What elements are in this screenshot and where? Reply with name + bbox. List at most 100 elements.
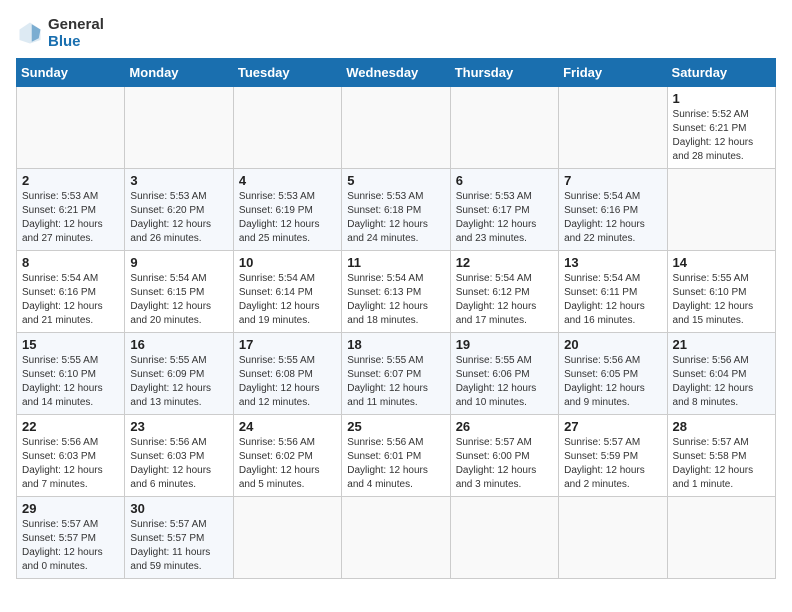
cell-details: Sunrise: 5:55 AMSunset: 6:10 PMDaylight:… xyxy=(673,273,754,326)
cell-details: Sunrise: 5:57 AMSunset: 5:58 PMDaylight:… xyxy=(673,437,754,490)
calendar-cell: 23 Sunrise: 5:56 AMSunset: 6:03 PMDayligh… xyxy=(125,415,233,497)
col-header-sunday: Sunday xyxy=(17,59,125,87)
calendar-cell: 11 Sunrise: 5:54 AMSunset: 6:13 PMDayligh… xyxy=(342,251,450,333)
calendar-cell: 29 Sunrise: 5:57 AMSunset: 5:57 PMDayligh… xyxy=(17,497,125,579)
day-number: 6 xyxy=(456,173,553,188)
cell-details: Sunrise: 5:57 AMSunset: 6:00 PMDaylight:… xyxy=(456,437,537,490)
day-number: 3 xyxy=(130,173,227,188)
cell-details: Sunrise: 5:52 AMSunset: 6:21 PMDaylight:… xyxy=(673,109,754,162)
logo: General Blue xyxy=(16,16,104,50)
cell-details: Sunrise: 5:53 AMSunset: 6:20 PMDaylight:… xyxy=(130,191,211,244)
cell-details: Sunrise: 5:53 AMSunset: 6:18 PMDaylight:… xyxy=(347,191,428,244)
calendar-table: SundayMondayTuesdayWednesdayThursdayFrid… xyxy=(16,58,776,579)
calendar-cell xyxy=(233,497,341,579)
calendar-cell: 18Sunrise: 5:55 AMSunset: 6:07 PMDayligh… xyxy=(342,333,450,415)
cell-details: Sunrise: 5:56 AMSunset: 6:03 PMDaylight:… xyxy=(130,437,211,490)
calendar-cell: 19 Sunrise: 5:55 AMSunset: 6:06 PMDayligh… xyxy=(450,333,558,415)
week-row-1: 1 Sunrise: 5:52 AMSunset: 6:21 PMDaylight… xyxy=(17,87,776,169)
cell-details: Sunrise: 5:54 AMSunset: 6:16 PMDaylight:… xyxy=(564,191,645,244)
cell-details: Sunrise: 5:56 AMSunset: 6:04 PMDaylight:… xyxy=(673,355,754,408)
day-number: 27 xyxy=(564,419,661,434)
cell-details: Sunrise: 5:57 AMSunset: 5:57 PMDaylight:… xyxy=(130,519,210,572)
calendar-cell xyxy=(233,87,341,169)
day-number: 22 xyxy=(22,419,119,434)
day-number: 19 xyxy=(456,337,553,352)
day-number: 24 xyxy=(239,419,336,434)
calendar-cell: 17 Sunrise: 5:55 AMSunset: 6:08 PMDayligh… xyxy=(233,333,341,415)
logo-icon xyxy=(16,19,44,47)
cell-details: Sunrise: 5:55 AMSunset: 6:09 PMDaylight:… xyxy=(130,355,211,408)
calendar-cell: 16 Sunrise: 5:55 AMSunset: 6:09 PMDayligh… xyxy=(125,333,233,415)
week-row-3: 8Sunrise: 5:54 AMSunset: 6:16 PMDaylight… xyxy=(17,251,776,333)
calendar-cell: 27 Sunrise: 5:57 AMSunset: 5:59 PMDayligh… xyxy=(559,415,667,497)
col-header-friday: Friday xyxy=(559,59,667,87)
day-number: 2 xyxy=(22,173,119,188)
cell-details: Sunrise: 5:57 AMSunset: 5:59 PMDaylight:… xyxy=(564,437,645,490)
cell-details: Sunrise: 5:56 AMSunset: 6:02 PMDaylight:… xyxy=(239,437,320,490)
cell-details: Sunrise: 5:56 AMSunset: 6:03 PMDaylight:… xyxy=(22,437,103,490)
calendar-cell xyxy=(450,497,558,579)
calendar-cell: 26Sunrise: 5:57 AMSunset: 6:00 PMDayligh… xyxy=(450,415,558,497)
calendar-cell: 10 Sunrise: 5:54 AMSunset: 6:14 PMDayligh… xyxy=(233,251,341,333)
calendar-cell: 4Sunrise: 5:53 AMSunset: 6:19 PMDaylight… xyxy=(233,169,341,251)
calendar-cell: 15Sunrise: 5:55 AMSunset: 6:10 PMDayligh… xyxy=(17,333,125,415)
day-number: 14 xyxy=(673,255,770,270)
cell-details: Sunrise: 5:53 AMSunset: 6:17 PMDaylight:… xyxy=(456,191,537,244)
day-number: 29 xyxy=(22,501,119,516)
calendar-cell xyxy=(125,87,233,169)
day-number: 1 xyxy=(673,91,770,106)
cell-details: Sunrise: 5:54 AMSunset: 6:13 PMDaylight:… xyxy=(347,273,428,326)
day-number: 9 xyxy=(130,255,227,270)
day-number: 12 xyxy=(456,255,553,270)
calendar-cell: 9Sunrise: 5:54 AMSunset: 6:15 PMDaylight… xyxy=(125,251,233,333)
calendar-cell: 14 Sunrise: 5:55 AMSunset: 6:10 PMDayligh… xyxy=(667,251,775,333)
day-number: 8 xyxy=(22,255,119,270)
day-number: 11 xyxy=(347,255,444,270)
page-header: General Blue xyxy=(16,16,776,50)
cell-details: Sunrise: 5:55 AMSunset: 6:06 PMDaylight:… xyxy=(456,355,537,408)
calendar-cell xyxy=(17,87,125,169)
calendar-cell xyxy=(559,497,667,579)
cell-details: Sunrise: 5:54 AMSunset: 6:14 PMDaylight:… xyxy=(239,273,320,326)
day-number: 25 xyxy=(347,419,444,434)
col-header-saturday: Saturday xyxy=(667,59,775,87)
day-number: 7 xyxy=(564,173,661,188)
calendar-cell xyxy=(667,497,775,579)
calendar-cell: 2 Sunrise: 5:53 AMSunset: 6:21 PMDaylight… xyxy=(17,169,125,251)
day-number: 17 xyxy=(239,337,336,352)
day-number: 10 xyxy=(239,255,336,270)
calendar-cell: 7 Sunrise: 5:54 AMSunset: 6:16 PMDaylight… xyxy=(559,169,667,251)
cell-details: Sunrise: 5:55 AMSunset: 6:07 PMDaylight:… xyxy=(347,355,428,408)
calendar-cell: 25 Sunrise: 5:56 AMSunset: 6:01 PMDayligh… xyxy=(342,415,450,497)
header-row: SundayMondayTuesdayWednesdayThursdayFrid… xyxy=(17,59,776,87)
week-row-5: 22 Sunrise: 5:56 AMSunset: 6:03 PMDayligh… xyxy=(17,415,776,497)
cell-details: Sunrise: 5:53 AMSunset: 6:19 PMDaylight:… xyxy=(239,191,320,244)
day-number: 16 xyxy=(130,337,227,352)
cell-details: Sunrise: 5:55 AMSunset: 6:08 PMDaylight:… xyxy=(239,355,320,408)
cell-details: Sunrise: 5:57 AMSunset: 5:57 PMDaylight:… xyxy=(22,519,103,572)
day-number: 13 xyxy=(564,255,661,270)
calendar-cell: 1 Sunrise: 5:52 AMSunset: 6:21 PMDaylight… xyxy=(667,87,775,169)
calendar-cell: 21 Sunrise: 5:56 AMSunset: 6:04 PMDayligh… xyxy=(667,333,775,415)
calendar-cell xyxy=(559,87,667,169)
calendar-cell: 8Sunrise: 5:54 AMSunset: 6:16 PMDaylight… xyxy=(17,251,125,333)
cell-details: Sunrise: 5:56 AMSunset: 6:05 PMDaylight:… xyxy=(564,355,645,408)
col-header-thursday: Thursday xyxy=(450,59,558,87)
cell-details: Sunrise: 5:54 AMSunset: 6:12 PMDaylight:… xyxy=(456,273,537,326)
calendar-cell: 12 Sunrise: 5:54 AMSunset: 6:12 PMDayligh… xyxy=(450,251,558,333)
calendar-cell: 13Sunrise: 5:54 AMSunset: 6:11 PMDayligh… xyxy=(559,251,667,333)
calendar-cell: 22 Sunrise: 5:56 AMSunset: 6:03 PMDayligh… xyxy=(17,415,125,497)
cell-details: Sunrise: 5:56 AMSunset: 6:01 PMDaylight:… xyxy=(347,437,428,490)
day-number: 21 xyxy=(673,337,770,352)
day-number: 23 xyxy=(130,419,227,434)
day-number: 30 xyxy=(130,501,227,516)
calendar-cell xyxy=(342,87,450,169)
day-number: 15 xyxy=(22,337,119,352)
calendar-cell: 28Sunrise: 5:57 AMSunset: 5:58 PMDayligh… xyxy=(667,415,775,497)
calendar-cell: 5 Sunrise: 5:53 AMSunset: 6:18 PMDaylight… xyxy=(342,169,450,251)
day-number: 20 xyxy=(564,337,661,352)
calendar-cell xyxy=(450,87,558,169)
day-number: 5 xyxy=(347,173,444,188)
cell-details: Sunrise: 5:53 AMSunset: 6:21 PMDaylight:… xyxy=(22,191,103,244)
logo-text: General Blue xyxy=(48,16,104,50)
